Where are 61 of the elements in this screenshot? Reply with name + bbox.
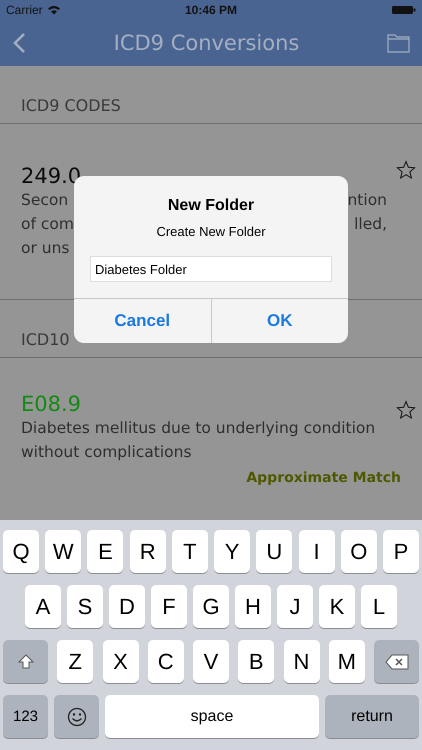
star-icon[interactable] <box>396 400 416 420</box>
shift-icon <box>16 652 34 670</box>
keyboard-key[interactable]: G <box>193 585 229 628</box>
keyboard-key[interactable]: R <box>130 530 166 573</box>
keyboard-key[interactable]: Q <box>3 530 39 573</box>
return-key[interactable]: return <box>325 695 419 738</box>
section-header: ICD10 <box>21 330 70 349</box>
keyboard-key[interactable]: C <box>148 640 184 683</box>
folder-icon <box>387 34 410 52</box>
description-text: without complications <box>21 442 192 463</box>
battery-icon <box>392 5 416 15</box>
code-label: 249.0 <box>21 164 82 188</box>
backspace-icon <box>384 654 408 670</box>
description-text: of com <box>21 214 74 234</box>
wifi-icon <box>46 5 61 15</box>
keyboard-key[interactable]: V <box>193 640 229 683</box>
delete-key[interactable] <box>374 640 419 683</box>
emoji-key[interactable] <box>54 695 99 738</box>
description-text: Secon <box>21 190 68 210</box>
keyboard-key[interactable]: F <box>151 585 187 628</box>
keyboard-key[interactable]: K <box>319 585 355 628</box>
smiley-icon <box>66 706 86 726</box>
keyboard-key[interactable]: U <box>256 530 292 573</box>
folder-name-field[interactable]: Diabetes Folder <box>90 256 332 282</box>
keyboard-key[interactable]: Z <box>57 640 94 683</box>
keyboard-key[interactable]: E <box>87 530 124 573</box>
nav-title: ICD9 Conversions <box>114 31 300 55</box>
description-text: or uns <box>21 238 70 258</box>
keyboard-key[interactable]: B <box>238 640 274 683</box>
clock-label: 10:46 PM <box>184 3 238 17</box>
dialog-message: Create New Folder <box>155 224 267 239</box>
keyboard-key[interactable]: W <box>45 530 82 573</box>
keyboard-key[interactable]: X <box>102 640 138 683</box>
keyboard-key[interactable]: N <box>284 640 320 683</box>
keyboard-key[interactable]: A <box>25 585 61 628</box>
description-text: Diabetes mellitus due to underlying condition <box>21 418 376 439</box>
back-icon <box>12 32 26 54</box>
shift-key[interactable] <box>3 640 48 683</box>
dialog-title: New Folder <box>166 197 256 215</box>
keyboard-key[interactable]: T <box>172 530 208 573</box>
keyboard-key[interactable]: H <box>235 585 271 628</box>
dialog-button[interactable]: Cancel <box>74 299 210 343</box>
space-key[interactable]: space <box>105 695 319 738</box>
keyboard-key[interactable]: Y <box>214 530 250 573</box>
dialog-button[interactable]: OK <box>210 299 348 343</box>
keyboard-key[interactable]: S <box>67 585 103 628</box>
section-header: ICD9 CODES <box>21 96 121 115</box>
keyboard-key[interactable]: P <box>382 530 419 573</box>
keyboard-key[interactable]: I <box>298 530 335 573</box>
description-text: ntion <box>347 190 387 210</box>
match-label: Approximate Match <box>246 470 401 486</box>
keyboard-key[interactable]: J <box>277 585 313 628</box>
code-label: E08.9 <box>21 392 82 416</box>
keyboard-key[interactable]: D <box>109 585 145 628</box>
numbers-key[interactable]: 123 <box>3 695 48 738</box>
description-text: lled, <box>354 214 387 234</box>
carrier-label: Carrier <box>6 3 43 17</box>
keyboard-key[interactable]: M <box>328 640 365 683</box>
keyboard-key[interactable]: L <box>361 585 397 628</box>
star-icon[interactable] <box>396 160 416 180</box>
keyboard-key[interactable]: O <box>340 530 377 573</box>
